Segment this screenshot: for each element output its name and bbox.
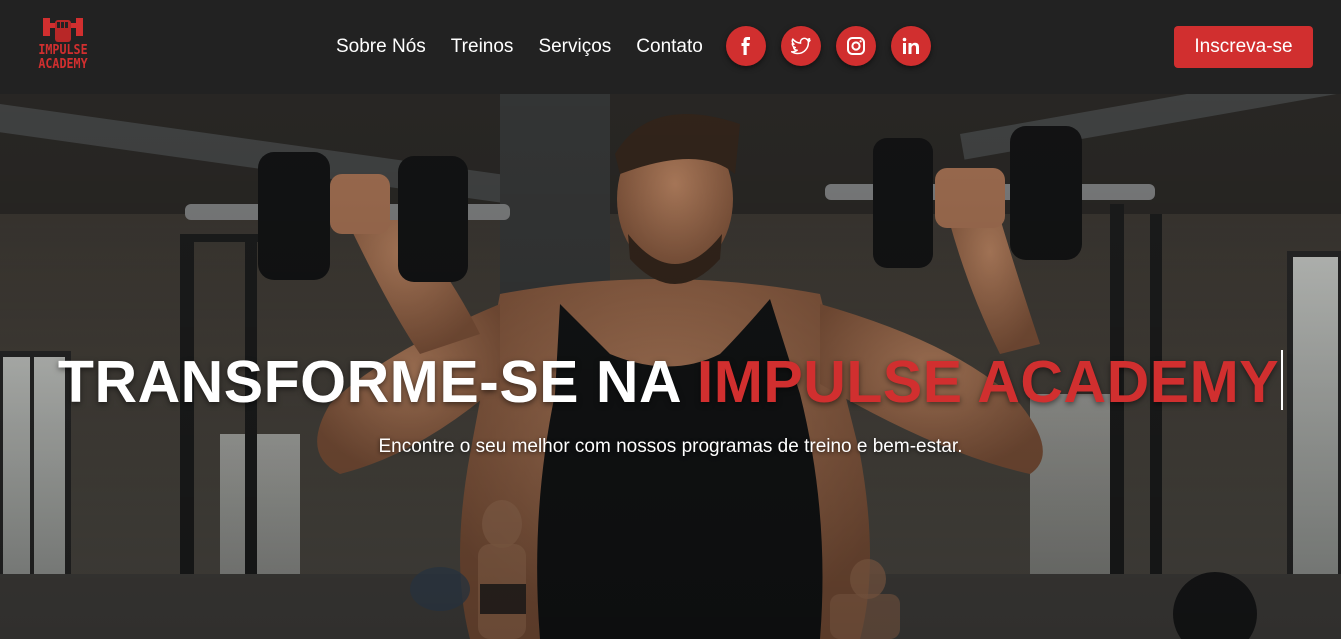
dumbbell-fist-icon bbox=[43, 18, 83, 42]
instagram-button[interactable] bbox=[836, 26, 876, 66]
typing-cursor bbox=[1281, 350, 1284, 410]
main-nav: Sobre Nós Treinos Serviços Contato bbox=[336, 33, 728, 61]
nav-link-contato[interactable]: Contato bbox=[636, 33, 703, 61]
logo-text: IMPULSE ACADEMY bbox=[33, 44, 92, 72]
facebook-button[interactable] bbox=[726, 26, 766, 66]
social-links bbox=[726, 26, 946, 66]
hero-title-accent: IMPULSE ACADEMY bbox=[696, 349, 1280, 415]
linkedin-button[interactable] bbox=[891, 26, 931, 66]
nav-link-treinos[interactable]: Treinos bbox=[451, 33, 514, 61]
hero-title-main: TRANSFORME-SE NA bbox=[57, 349, 697, 415]
hero-section: TRANSFORME-SE NA IMPULSE ACADEMY Encontr… bbox=[0, 94, 1341, 639]
linkedin-icon bbox=[902, 37, 919, 54]
hero-subtitle: Encontre o seu melhor com nossos program… bbox=[378, 436, 963, 457]
hero-title: TRANSFORME-SE NA IMPULSE ACADEMY bbox=[0, 348, 1341, 416]
twitter-icon bbox=[791, 37, 811, 55]
facebook-icon bbox=[741, 37, 750, 55]
twitter-button[interactable] bbox=[781, 26, 821, 66]
logo-line-2: ACADEMY bbox=[38, 57, 88, 72]
signup-button[interactable]: Inscreva-se bbox=[1174, 26, 1313, 68]
navbar: IMPULSE ACADEMY Sobre Nós Treinos Serviç… bbox=[0, 0, 1341, 94]
brand-logo[interactable]: IMPULSE ACADEMY bbox=[30, 14, 96, 80]
instagram-icon bbox=[847, 37, 865, 55]
nav-link-sobre-nos[interactable]: Sobre Nós bbox=[336, 33, 426, 61]
nav-link-servicos[interactable]: Serviços bbox=[538, 33, 611, 61]
logo-line-1: IMPULSE bbox=[38, 43, 88, 58]
